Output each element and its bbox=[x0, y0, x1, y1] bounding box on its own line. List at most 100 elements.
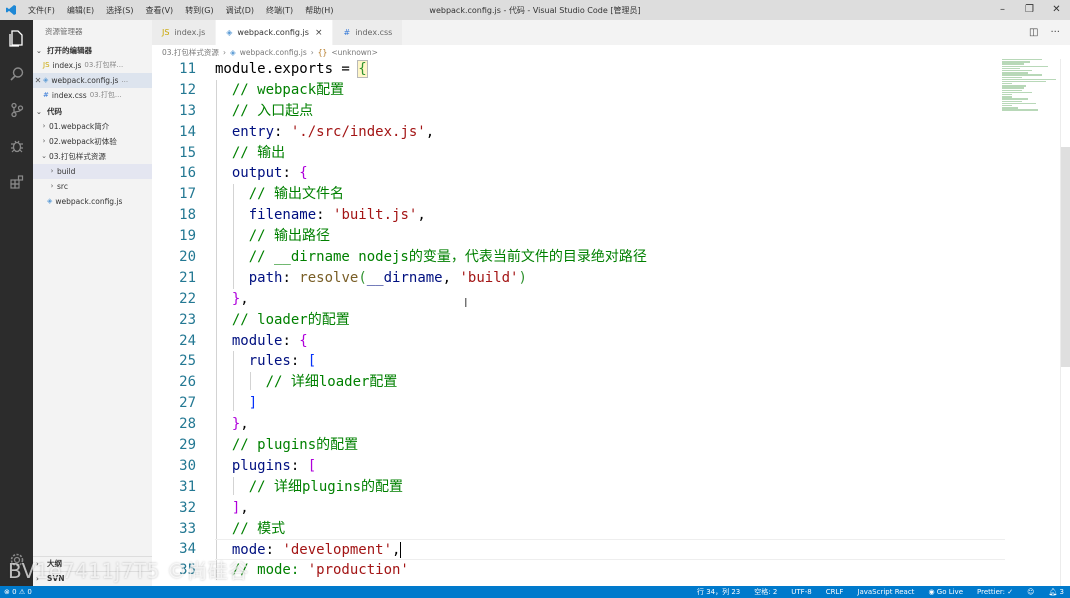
code-editor[interactable]: 11 12 13 14 15 16 17 18 19 20 21 22 23 2… bbox=[152, 59, 1070, 586]
code-line: output: { bbox=[231, 165, 308, 182]
open-editor-item-active[interactable]: ✕ ◈ webpack.config.js ... bbox=[33, 73, 152, 88]
code-line: // 输出 bbox=[231, 144, 286, 161]
chevron-right-icon: › bbox=[42, 122, 46, 130]
notifications-button[interactable]: 🔔︎ 3 bbox=[1048, 588, 1064, 596]
code-line: // 模式 bbox=[231, 520, 286, 537]
error-count: 0 bbox=[12, 588, 17, 596]
broadcast-icon: ◉ bbox=[928, 588, 937, 596]
go-live-label: Go Live bbox=[936, 588, 964, 596]
code-line: // 详细plugins的配置 bbox=[248, 478, 404, 495]
end-of-line[interactable]: CRLF bbox=[826, 588, 844, 596]
open-editor-item[interactable]: JS index.js 03.打包样... bbox=[33, 58, 152, 73]
breadcrumb-separator: › bbox=[310, 47, 314, 57]
tab-index-js[interactable]: JS index.js bbox=[152, 20, 217, 45]
breadcrumb-file[interactable]: webpack.config.js bbox=[240, 48, 307, 57]
line-number: 11 bbox=[179, 61, 196, 77]
line-number: 28 bbox=[179, 416, 196, 433]
go-live-button[interactable]: ◉ Go Live bbox=[928, 588, 963, 596]
extensions-icon[interactable] bbox=[0, 164, 33, 200]
menu-file[interactable]: 文件(F) bbox=[22, 5, 61, 16]
maximize-icon[interactable]: ❐ bbox=[1016, 0, 1043, 20]
source-control-icon[interactable] bbox=[0, 92, 33, 128]
mouse-ibeam-cursor-icon: I bbox=[464, 296, 468, 310]
tab-label: index.js bbox=[174, 28, 206, 37]
code-line: // webpack配置 bbox=[231, 81, 345, 98]
chevron-down-icon: ⌄ bbox=[36, 108, 42, 116]
indentation[interactable]: 空格: 2 bbox=[754, 587, 777, 597]
webpack-file-icon: ◈ bbox=[47, 197, 53, 205]
chevron-right-icon: › bbox=[50, 182, 54, 190]
scrollbar-thumb[interactable] bbox=[1061, 147, 1070, 367]
vertical-scrollbar[interactable] bbox=[1060, 59, 1070, 586]
webpack-file-icon: ◈ bbox=[43, 76, 49, 84]
menu-help[interactable]: 帮助(H) bbox=[299, 5, 339, 16]
code-line: // 输出文件名 bbox=[248, 186, 345, 203]
code-line-current: mode: 'development', bbox=[215, 539, 1005, 561]
encoding[interactable]: UTF-8 bbox=[791, 588, 811, 596]
menu-edit[interactable]: 编辑(E) bbox=[61, 5, 100, 16]
open-editor-desc: 03.打包样... bbox=[84, 61, 124, 69]
tree-item-folder[interactable]: › 01.webpack简介 bbox=[33, 119, 152, 134]
line-number: 33 bbox=[179, 520, 196, 537]
minimize-icon[interactable]: – bbox=[989, 0, 1016, 20]
cursor-position[interactable]: 行 34，列 23 bbox=[697, 587, 740, 597]
prettier-status[interactable]: Prettier: ✓ bbox=[977, 588, 1013, 596]
js-file-icon: JS bbox=[43, 61, 50, 69]
menu-view[interactable]: 查看(V) bbox=[139, 5, 179, 16]
bell-icon: 🔔︎ bbox=[1048, 588, 1060, 596]
status-bar: ⊗ 0 ⚠ 0 行 34，列 23 空格: 2 UTF-8 CRLF JavaS… bbox=[0, 586, 1070, 598]
symbol-icon: {} bbox=[317, 47, 328, 57]
line-number: 24 bbox=[179, 332, 196, 349]
menu-terminal[interactable]: 终端(T) bbox=[260, 5, 299, 16]
tree-item-folder[interactable]: › src bbox=[33, 179, 152, 194]
menu-bar: 文件(F) 编辑(E) 选择(S) 查看(V) 转到(G) 调试(D) 终端(T… bbox=[22, 0, 339, 20]
problems-indicator[interactable]: ⊗ 0 ⚠ 0 bbox=[4, 588, 32, 596]
breadcrumb-folder[interactable]: 03.打包样式资源 bbox=[162, 47, 219, 58]
code-line: // 详细loader配置 bbox=[265, 374, 398, 391]
title-bar: 文件(F) 编辑(E) 选择(S) 查看(V) 转到(G) 调试(D) 终端(T… bbox=[0, 0, 1070, 20]
tree-item-label: webpack.config.js bbox=[55, 197, 123, 206]
menu-selection[interactable]: 选择(S) bbox=[100, 5, 139, 16]
line-number: 18 bbox=[179, 207, 196, 224]
tree-item-label: 01.webpack简介 bbox=[49, 122, 110, 131]
code-line: // __dirname nodejs的变量，代表当前文件的目录绝对路径 bbox=[248, 249, 647, 266]
code-line: // 输出路径 bbox=[248, 228, 331, 245]
tree-item-folder[interactable]: ⌄ 03.打包样式资源 bbox=[33, 149, 152, 164]
minimap[interactable] bbox=[1002, 59, 1060, 119]
menu-debug[interactable]: 调试(D) bbox=[220, 5, 260, 16]
warning-icon: ⚠ bbox=[18, 588, 26, 596]
code-line: module: { bbox=[231, 332, 308, 349]
code-line: rules: [ bbox=[248, 353, 317, 370]
chevron-right-icon: › bbox=[50, 167, 54, 175]
warning-count: 0 bbox=[27, 588, 32, 596]
code-line: }, bbox=[231, 416, 249, 433]
more-actions-icon[interactable]: ··· bbox=[1050, 27, 1060, 38]
breadcrumb-symbol[interactable]: <unknown> bbox=[331, 48, 378, 57]
close-icon[interactable]: ✕ bbox=[1043, 0, 1070, 20]
open-editor-name: index.css bbox=[51, 91, 87, 100]
language-mode[interactable]: JavaScript React bbox=[857, 588, 914, 596]
explorer-icon[interactable] bbox=[0, 20, 33, 56]
tree-item-file[interactable]: ◈ webpack.config.js bbox=[33, 194, 152, 209]
menu-go[interactable]: 转到(G) bbox=[179, 5, 219, 16]
editor-tab-bar: JS index.js ◈ webpack.config.js × # inde… bbox=[152, 20, 1070, 45]
close-editor-icon[interactable]: ✕ bbox=[33, 73, 43, 88]
line-number: 30 bbox=[179, 457, 196, 474]
line-number-gutter: 11 12 13 14 15 16 17 18 19 20 21 22 23 2… bbox=[152, 59, 200, 581]
open-editors-section-header[interactable]: ⌄ 打开的编辑器 bbox=[33, 44, 152, 58]
feedback-icon[interactable]: ☺ bbox=[1027, 588, 1034, 596]
line-number: 32 bbox=[179, 499, 196, 516]
folder-section-header[interactable]: ⌄ 代码 bbox=[33, 105, 152, 119]
search-icon[interactable] bbox=[0, 56, 33, 92]
tree-item-folder[interactable]: › 02.webpack初体验 bbox=[33, 134, 152, 149]
line-number: 15 bbox=[179, 144, 196, 161]
open-editor-item[interactable]: # index.css 03.打包... bbox=[33, 88, 152, 103]
tree-item-folder[interactable]: › build bbox=[33, 164, 152, 179]
tab-webpack-config[interactable]: ◈ webpack.config.js × bbox=[216, 20, 334, 45]
tab-index-css[interactable]: # index.css bbox=[333, 20, 404, 45]
vscode-logo-icon bbox=[0, 0, 22, 20]
close-tab-icon[interactable]: × bbox=[315, 28, 323, 38]
split-editor-icon[interactable]: ◫ bbox=[1029, 27, 1038, 38]
debug-icon[interactable] bbox=[0, 128, 33, 164]
tree-item-label: src bbox=[57, 182, 68, 191]
